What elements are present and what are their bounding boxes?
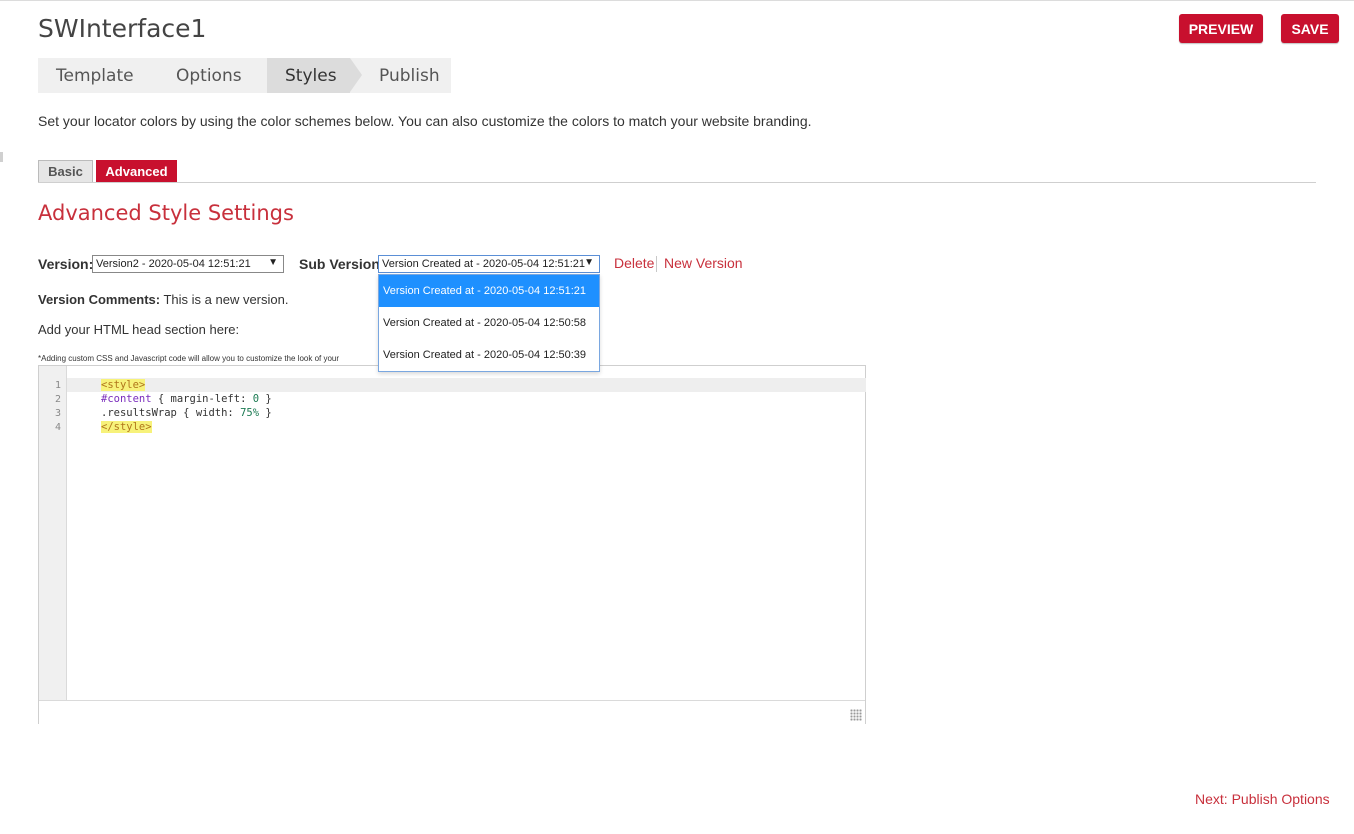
sub-version-select[interactable]: Version Created at - 2020-05-04 12:51:21… xyxy=(378,255,600,273)
code-editor[interactable]: 1 2 3 4 <style> #content { margin-left: … xyxy=(38,365,866,724)
wizard-steps: Template Options Styles Publish xyxy=(38,58,451,93)
page-title: SWInterface1 xyxy=(38,14,207,43)
left-edge-marker xyxy=(0,152,6,162)
code-text: { width: xyxy=(176,407,241,419)
sub-version-label: Sub Version: xyxy=(299,256,385,272)
head-section-label: Add your HTML head section here: xyxy=(38,322,240,337)
active-line-highlight xyxy=(67,378,866,392)
preview-button[interactable]: PREVIEW xyxy=(1179,14,1263,43)
sub-version-option[interactable]: Version Created at - 2020-05-04 12:50:39 xyxy=(379,339,599,371)
section-title: Advanced Style Settings xyxy=(38,201,294,225)
version-comments: Version Comments: This is a new version. xyxy=(38,292,288,307)
wizard-step-publish[interactable]: Publish xyxy=(379,58,440,93)
custom-code-note: *Adding custom CSS and Javascript code w… xyxy=(38,354,340,363)
version-select-value: Version2 - 2020-05-04 12:51:21 xyxy=(96,258,251,270)
wizard-step-styles[interactable]: Styles xyxy=(267,58,350,93)
dropdown-arrow-icon: ▼ xyxy=(584,257,594,268)
code-line[interactable]: <style> xyxy=(101,379,146,391)
sub-version-dropdown: Version Created at - 2020-05-04 12:51:21… xyxy=(378,274,600,372)
editor-footer xyxy=(39,700,865,724)
editor-gutter: 1 2 3 4 xyxy=(39,366,67,700)
save-button[interactable]: SAVE xyxy=(1281,14,1339,43)
intro-text: Set your locator colors by using the col… xyxy=(38,113,812,129)
sub-version-option[interactable]: Version Created at - 2020-05-04 12:51:21 xyxy=(379,275,599,307)
sub-version-option[interactable]: Version Created at - 2020-05-04 12:50:58 xyxy=(379,307,599,339)
sub-version-select-value: Version Created at - 2020-05-04 12:51:21 xyxy=(382,258,586,270)
resize-grip-icon[interactable] xyxy=(850,709,862,721)
code-line[interactable]: </style> xyxy=(101,421,152,433)
new-version-link[interactable]: New Version xyxy=(664,255,743,271)
tab-advanced[interactable]: Advanced xyxy=(96,160,177,182)
line-number: 3 xyxy=(54,408,61,419)
delete-link[interactable]: Delete xyxy=(614,255,654,271)
wizard-step-options[interactable]: Options xyxy=(176,58,242,93)
dropdown-arrow-icon: ▼ xyxy=(268,257,278,268)
next-publish-options-link[interactable]: Next: Publish Options xyxy=(1195,791,1330,807)
version-label: Version: xyxy=(38,256,94,272)
code-text: } xyxy=(259,393,272,405)
code-selector: #content xyxy=(101,393,152,405)
line-number: 1 xyxy=(54,380,61,391)
code-tag: </style> xyxy=(101,421,152,433)
tab-divider xyxy=(38,182,1316,183)
code-number: 75% xyxy=(240,407,260,419)
link-separator xyxy=(656,256,657,272)
line-number: 2 xyxy=(54,394,61,405)
code-selector: .resultsWrap xyxy=(101,407,177,419)
code-text: { margin-left: xyxy=(151,393,253,405)
version-comments-label: Version Comments: xyxy=(38,292,161,307)
version-comments-text: This is a new version. xyxy=(163,292,289,307)
code-text: } xyxy=(259,407,272,419)
code-line[interactable]: #content { margin-left: 0 } xyxy=(101,393,272,405)
code-line[interactable]: .resultsWrap { width: 75% } xyxy=(101,407,272,419)
wizard-arrow xyxy=(350,58,362,92)
code-tag: <style> xyxy=(101,379,146,391)
top-border xyxy=(0,0,1354,1)
version-select[interactable]: Version2 - 2020-05-04 12:51:21 ▼ xyxy=(92,255,284,273)
tab-basic[interactable]: Basic xyxy=(38,160,93,182)
wizard-step-template[interactable]: Template xyxy=(56,58,134,93)
line-number: 4 xyxy=(54,422,61,433)
